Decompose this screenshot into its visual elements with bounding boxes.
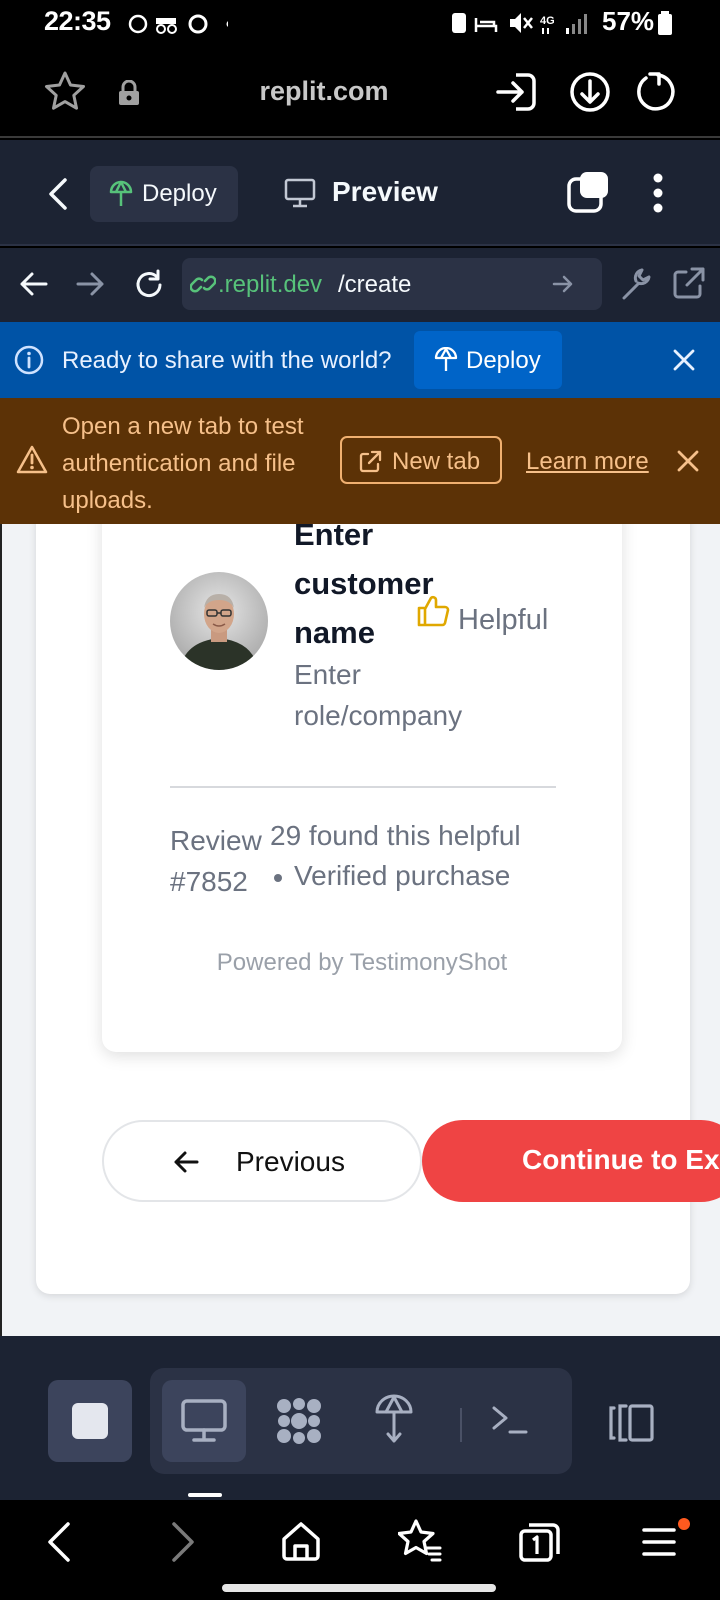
deploy-tab-label: Deploy	[142, 180, 217, 207]
sign-in-icon[interactable]	[494, 70, 538, 114]
preview-content: Enter customer name Enter role/company H…	[0, 524, 720, 1336]
new-tab-button[interactable]: New tab	[340, 436, 502, 484]
external-link-icon	[359, 450, 382, 473]
customer-role: Enter role/company	[294, 659, 463, 731]
stop-button[interactable]	[48, 1380, 132, 1462]
stop-icon	[72, 1403, 108, 1439]
helpful-count: 29 found this helpful	[270, 820, 521, 851]
learn-more-link[interactable]: Learn more	[526, 448, 649, 476]
continue-button[interactable]: Continue to Ex	[422, 1120, 720, 1202]
helpful-label[interactable]: Helpful	[458, 604, 548, 637]
link-icon	[190, 275, 216, 293]
tabs-switcher-icon[interactable]	[566, 172, 610, 214]
close-icon[interactable]	[676, 449, 700, 473]
bookmarks-icon[interactable]	[398, 1518, 442, 1562]
bookmark-star-icon[interactable]	[44, 70, 86, 112]
powered-by: Powered by TestimonyShot	[216, 949, 508, 976]
lock-icon[interactable]	[118, 80, 140, 106]
url-path: /create	[338, 271, 412, 298]
preview-pane-button[interactable]	[162, 1380, 246, 1462]
more-options-icon[interactable]	[652, 172, 664, 214]
status-bar: 22:35 4G 57%	[0, 0, 720, 46]
share-banner: Ready to share with the world? Deploy	[0, 322, 720, 398]
battery-percentage: 57%	[602, 6, 655, 36]
terminal-icon[interactable]	[490, 1402, 530, 1438]
nav-back-icon[interactable]	[44, 1520, 74, 1564]
agent-icon[interactable]	[274, 1396, 324, 1446]
arrow-left-icon	[174, 1151, 199, 1173]
browser-domain[interactable]: replit.com	[248, 76, 400, 107]
notification-icons	[128, 14, 228, 34]
banner-deploy-button[interactable]: Deploy	[414, 331, 562, 389]
webview-reload-icon[interactable]	[132, 268, 166, 302]
customer-name: Enter customer name	[294, 524, 434, 650]
divider	[170, 786, 556, 788]
share-banner-message: Ready to share with the world?	[62, 347, 392, 374]
home-icon[interactable]	[280, 1520, 322, 1562]
thumbs-up-icon[interactable]	[416, 594, 450, 628]
customer-photo	[180, 594, 258, 670]
banner-deploy-label: Deploy	[466, 347, 541, 374]
back-chevron-icon[interactable]	[46, 176, 70, 212]
sheet-handle	[188, 1493, 222, 1497]
tabs-icon[interactable]	[518, 1520, 562, 1562]
nav-forward-icon[interactable]	[168, 1520, 198, 1564]
replit-toolbar	[0, 1336, 720, 1500]
deploy-icon	[434, 347, 458, 371]
url-row: .replit.dev /create	[0, 248, 720, 322]
battery-icon	[658, 11, 672, 35]
avatar	[170, 572, 268, 670]
auth-banner-message: Open a new tab to test authentication an…	[62, 413, 304, 514]
previous-button[interactable]: Previous	[102, 1120, 422, 1202]
toolbar-separator	[460, 1408, 462, 1442]
monitor-icon	[284, 178, 316, 208]
open-external-icon[interactable]	[672, 266, 706, 300]
download-icon[interactable]	[568, 70, 612, 114]
reload-icon[interactable]	[632, 70, 676, 114]
deploy-icon	[109, 180, 133, 206]
verified-purchase: Verified purchase	[294, 860, 511, 891]
browser-bar: replit.com	[0, 46, 720, 138]
status-time: 22:35	[44, 6, 111, 36]
webview-back-icon[interactable]	[18, 270, 48, 298]
network-type: 4G	[540, 15, 555, 27]
menu-icon[interactable]	[640, 1518, 690, 1564]
webview-forward-icon[interactable]	[76, 270, 106, 298]
monitor-icon	[181, 1399, 227, 1442]
review-number: Review #7852	[170, 825, 262, 897]
split-view-icon[interactable]	[606, 1402, 656, 1444]
gesture-bar	[222, 1584, 496, 1592]
replit-header: Deploy Preview	[0, 140, 720, 246]
deploy-tab[interactable]: Deploy	[90, 166, 238, 222]
warning-icon	[16, 445, 48, 474]
url-domain: .replit.dev	[218, 271, 323, 298]
info-icon	[14, 345, 44, 375]
close-icon[interactable]	[672, 348, 696, 372]
browser-nav-bar	[0, 1500, 720, 1600]
preview-tab-label[interactable]: Preview	[332, 176, 438, 208]
notification-dot	[678, 1518, 690, 1530]
separator-dot	[274, 874, 282, 882]
url-input[interactable]: .replit.dev /create	[182, 258, 602, 310]
continue-label: Continue to Ex	[522, 1144, 720, 1175]
deployments-icon[interactable]	[374, 1394, 414, 1444]
auth-warning-banner: Open a new tab to test authentication an…	[0, 398, 720, 524]
system-status-icons: 4G	[452, 13, 587, 34]
new-tab-label: New tab	[392, 448, 481, 475]
devtools-wrench-icon[interactable]	[620, 266, 654, 302]
url-go-icon[interactable]	[552, 274, 574, 294]
pane-switcher	[150, 1368, 572, 1474]
previous-label: Previous	[236, 1146, 345, 1177]
